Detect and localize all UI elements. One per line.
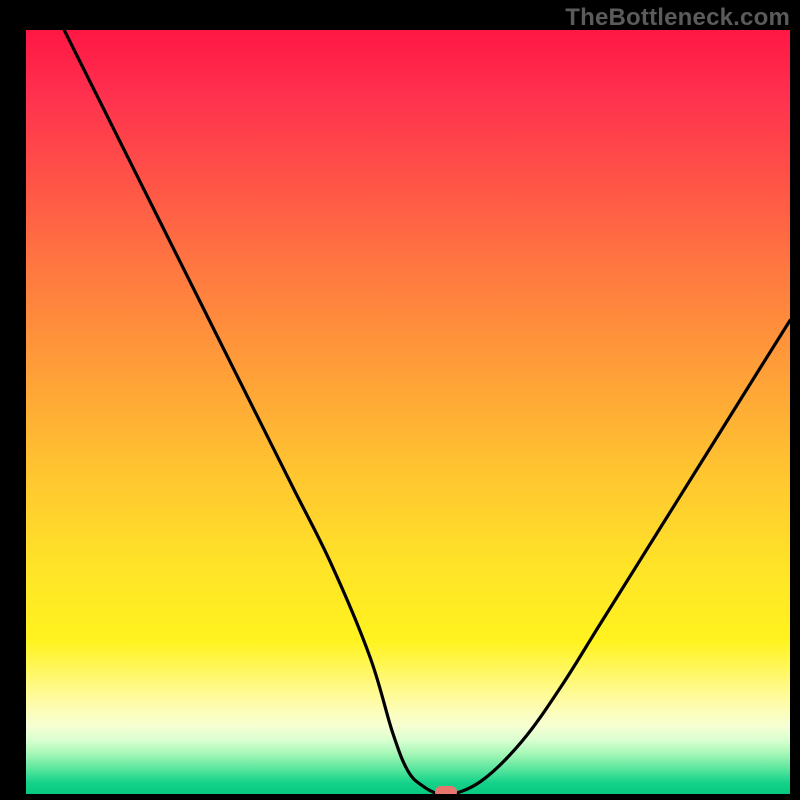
watermark-text: TheBottleneck.com — [565, 4, 790, 32]
bottleneck-curve — [26, 30, 790, 794]
minimum-marker — [435, 786, 457, 794]
chart-frame: TheBottleneck.com — [0, 0, 800, 800]
curve-path — [64, 30, 790, 794]
plot-area — [26, 30, 790, 794]
